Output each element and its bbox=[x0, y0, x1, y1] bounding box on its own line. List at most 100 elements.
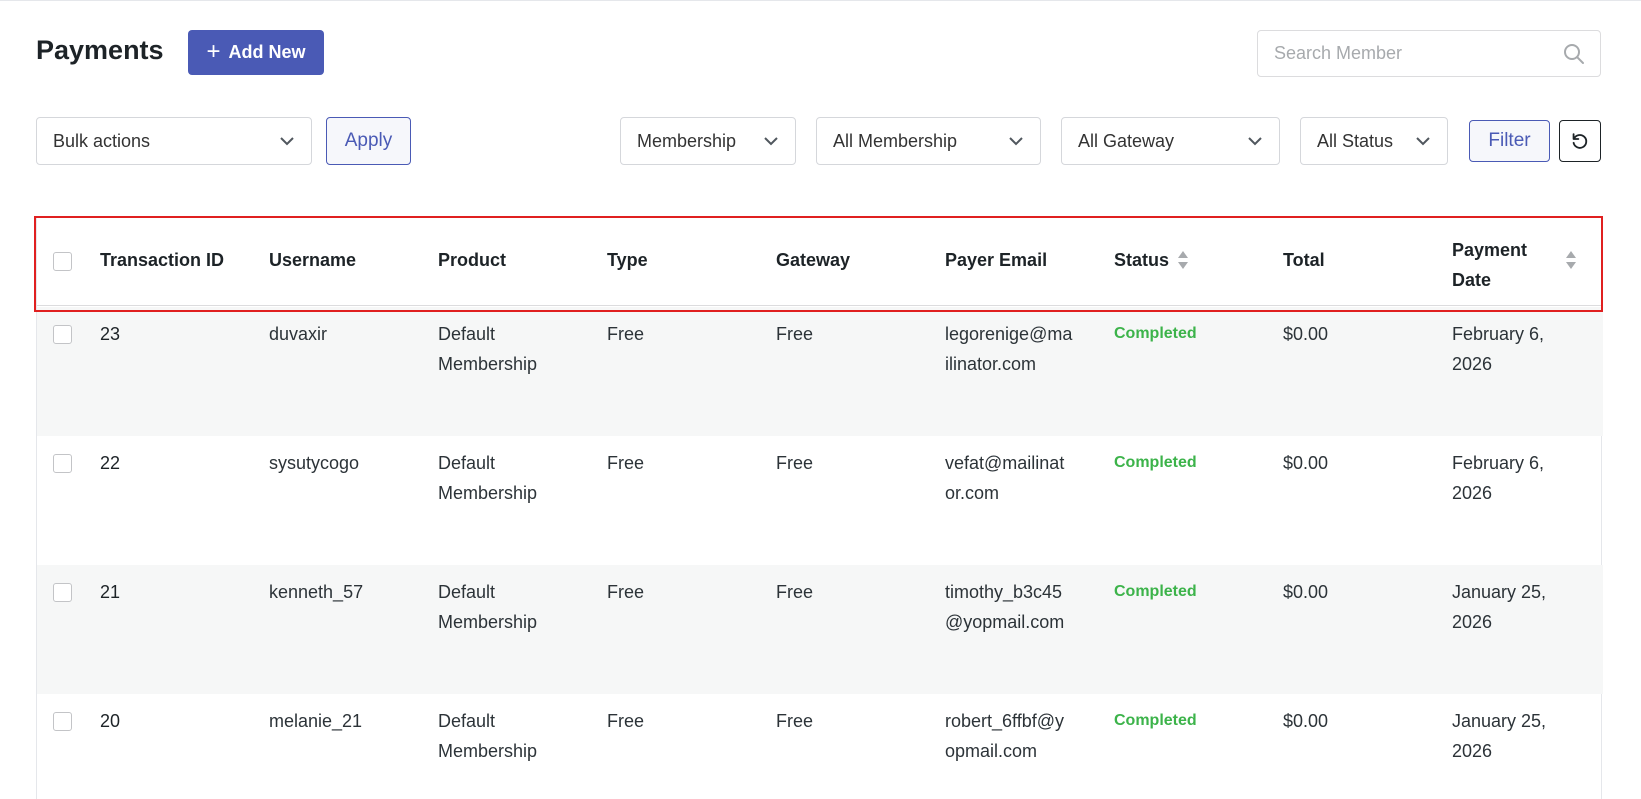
table-row: 20 melanie_21 Default Membership Free Fr… bbox=[37, 694, 1603, 799]
table-row: 23 duvaxir Default Membership Free Free … bbox=[37, 307, 1603, 436]
cell-product-line2: Membership bbox=[438, 483, 538, 503]
search-input[interactable] bbox=[1258, 31, 1558, 76]
col-username: Username bbox=[269, 250, 357, 270]
cell-total: $0.00 bbox=[1283, 453, 1329, 473]
cell-email-line2: opmail.com bbox=[945, 741, 1038, 761]
cell-gateway: Free bbox=[776, 324, 814, 344]
status-badge: Completed bbox=[1114, 325, 1197, 342]
cell-date-line2: 2026 bbox=[1452, 612, 1493, 632]
cell-total: $0.00 bbox=[1283, 324, 1329, 344]
cell-product-line1: Default bbox=[438, 711, 496, 731]
cell-username[interactable]: kenneth_57 bbox=[269, 577, 363, 607]
cell-username[interactable]: sysutycogo bbox=[269, 448, 359, 478]
col-payment-date-line2: Date bbox=[1452, 270, 1492, 290]
cell-product: Default Membership bbox=[438, 706, 537, 766]
cell-payer-email: robert_6ffbf@y opmail.com bbox=[945, 706, 1064, 766]
cell-product-line1: Default bbox=[438, 324, 496, 344]
status-badge: Completed bbox=[1114, 712, 1197, 729]
apply-button[interactable]: Apply bbox=[326, 117, 411, 165]
cell-date-line1: January 25, bbox=[1452, 582, 1547, 602]
filter-button[interactable]: Filter bbox=[1469, 120, 1550, 162]
cell-type: Free bbox=[607, 324, 645, 344]
cell-gateway: Free bbox=[776, 711, 814, 731]
cell-product-line2: Membership bbox=[438, 741, 538, 761]
col-payment-date[interactable]: Payment Date bbox=[1452, 235, 1527, 295]
row-checkbox[interactable] bbox=[53, 454, 72, 473]
all-membership-value: All Membership bbox=[833, 130, 958, 151]
cell-product: Default Membership bbox=[438, 319, 537, 379]
cell-gateway: Free bbox=[776, 582, 814, 602]
add-new-button[interactable]: + Add New bbox=[188, 30, 324, 75]
cell-transaction-id: 23 bbox=[100, 324, 121, 344]
select-all-checkbox[interactable] bbox=[53, 252, 72, 271]
col-payer-email: Payer Email bbox=[945, 250, 1048, 270]
cell-username[interactable]: melanie_21 bbox=[269, 706, 362, 736]
cell-type: Free bbox=[607, 582, 645, 602]
status-badge: Completed bbox=[1114, 583, 1197, 600]
cell-email-line2: @yopmail.com bbox=[945, 612, 1065, 632]
cell-username[interactable]: duvaxir bbox=[269, 319, 327, 349]
membership-select[interactable]: Membership bbox=[620, 117, 796, 165]
cell-email-line1: vefat@mailinat bbox=[945, 453, 1065, 473]
search-box bbox=[1257, 30, 1601, 77]
cell-type: Free bbox=[607, 711, 645, 731]
all-status-select[interactable]: All Status bbox=[1300, 117, 1448, 165]
cell-email-line1: timothy_b3c45 bbox=[945, 582, 1063, 602]
cell-payment-date: January 25, 2026 bbox=[1452, 577, 1546, 637]
table-header: Transaction ID Username Product Type Gat… bbox=[37, 217, 1603, 306]
cell-payer-email: timothy_b3c45 @yopmail.com bbox=[945, 577, 1064, 637]
all-status-value: All Status bbox=[1317, 130, 1394, 151]
cell-product-line2: Membership bbox=[438, 612, 538, 632]
search-icon[interactable] bbox=[1562, 42, 1586, 66]
cell-type: Free bbox=[607, 453, 645, 473]
sort-icon[interactable] bbox=[1177, 249, 1189, 271]
cell-transaction-id: 21 bbox=[100, 582, 121, 602]
row-checkbox[interactable] bbox=[53, 583, 72, 602]
sort-icon[interactable] bbox=[1565, 249, 1577, 271]
cell-date-line1: February 6, bbox=[1452, 324, 1545, 344]
cell-product-line1: Default bbox=[438, 582, 496, 602]
cell-date-line2: 2026 bbox=[1452, 354, 1493, 374]
col-payment-date-line1: Payment bbox=[1452, 240, 1528, 260]
chevron-down-icon bbox=[1009, 137, 1023, 146]
cell-email-line2: ilinator.com bbox=[945, 354, 1037, 374]
col-status-label: Status bbox=[1114, 250, 1170, 270]
cell-total: $0.00 bbox=[1283, 582, 1329, 602]
all-membership-select[interactable]: All Membership bbox=[816, 117, 1041, 165]
bulk-actions-select[interactable]: Bulk actions bbox=[36, 117, 312, 165]
col-status[interactable]: Status bbox=[1114, 250, 1169, 271]
cell-payer-email: legorenige@ma ilinator.com bbox=[945, 319, 1072, 379]
chevron-down-icon bbox=[1248, 137, 1262, 146]
reset-icon bbox=[1572, 133, 1588, 149]
cell-date-line2: 2026 bbox=[1452, 483, 1493, 503]
all-gateway-value: All Gateway bbox=[1078, 130, 1175, 151]
reset-button[interactable] bbox=[1559, 120, 1601, 162]
cell-date-line2: 2026 bbox=[1452, 741, 1493, 761]
payments-page: Payments + Add New Bulk actions Apply Me… bbox=[0, 0, 1641, 799]
row-checkbox[interactable] bbox=[53, 712, 72, 731]
cell-gateway: Free bbox=[776, 453, 814, 473]
cell-payment-date: February 6, 2026 bbox=[1452, 319, 1544, 379]
chevron-down-icon bbox=[280, 137, 294, 146]
cell-product: Default Membership bbox=[438, 448, 537, 508]
table-row: 22 sysutycogo Default Membership Free Fr… bbox=[37, 436, 1603, 565]
cell-email-line2: or.com bbox=[945, 483, 1000, 503]
chevron-down-icon bbox=[764, 137, 778, 146]
cell-email-line1: robert_6ffbf@y bbox=[945, 711, 1065, 731]
row-checkbox[interactable] bbox=[53, 325, 72, 344]
col-product: Product bbox=[438, 250, 507, 270]
col-type: Type bbox=[607, 250, 648, 270]
all-gateway-select[interactable]: All Gateway bbox=[1061, 117, 1280, 165]
cell-transaction-id: 20 bbox=[100, 711, 121, 731]
cell-date-line1: January 25, bbox=[1452, 711, 1547, 731]
plus-icon: + bbox=[206, 37, 221, 65]
col-transaction-id: Transaction ID bbox=[100, 250, 225, 270]
content-panel: Payments + Add New Bulk actions Apply Me… bbox=[0, 0, 1641, 799]
cell-product: Default Membership bbox=[438, 577, 537, 637]
table-row: 21 kenneth_57 Default Membership Free Fr… bbox=[37, 565, 1603, 694]
col-total: Total bbox=[1283, 250, 1325, 270]
bulk-actions-value: Bulk actions bbox=[53, 130, 151, 151]
cell-email-line1: legorenige@ma bbox=[945, 324, 1073, 344]
cell-transaction-id: 22 bbox=[100, 453, 121, 473]
cell-payment-date: February 6, 2026 bbox=[1452, 448, 1544, 508]
